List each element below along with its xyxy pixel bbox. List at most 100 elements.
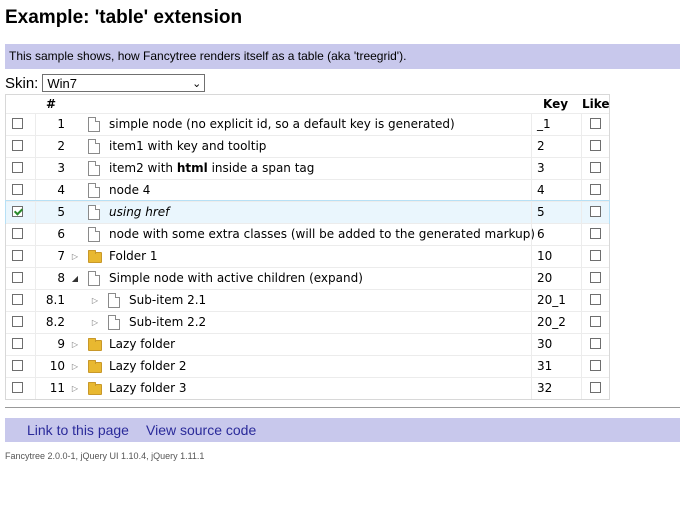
like-cell	[581, 114, 610, 135]
expander-collapsed-icon[interactable]: ▷	[70, 356, 80, 377]
like-cell	[581, 268, 610, 289]
row-checkbox[interactable]	[12, 338, 23, 349]
row-checkbox[interactable]	[12, 294, 23, 305]
header-num: #	[46, 97, 57, 111]
like-checkbox[interactable]	[590, 206, 601, 217]
row-key: 4	[531, 180, 545, 201]
links-bar: Link to this page View source code	[5, 418, 680, 442]
node-title[interactable]: item2 with html inside a span tag	[109, 158, 314, 179]
version-footer: Fancytree 2.0.0-1, jQuery UI 1.10.4, jQu…	[5, 451, 205, 461]
like-checkbox[interactable]	[590, 360, 601, 371]
chevron-down-icon: ⌄	[192, 77, 202, 90]
node-title[interactable]: node with some extra classes (will be ad…	[109, 224, 535, 245]
table-row[interactable]: 8.1 ▷ Sub-item 2.1 20_1	[6, 289, 609, 311]
row-key: 5	[531, 202, 545, 223]
node-title[interactable]: Lazy folder 2	[109, 356, 187, 377]
like-checkbox[interactable]	[590, 382, 601, 393]
node-title-bold: html	[176, 161, 208, 175]
row-checkbox[interactable]	[12, 316, 23, 327]
table-row[interactable]: 9 ▷ Lazy folder 30	[6, 333, 609, 355]
document-icon	[88, 117, 100, 132]
table-row[interactable]: 2 item1 with key and tooltip 2	[6, 135, 609, 157]
row-key: 3	[531, 158, 545, 179]
expander-collapsed-icon[interactable]: ▷	[70, 246, 80, 267]
row-checkbox[interactable]	[12, 162, 23, 173]
view-source-link[interactable]: View source code	[146, 418, 256, 442]
table-row[interactable]: 5 using href 5	[5, 200, 610, 224]
table-row[interactable]: 4 node 4 4	[6, 179, 609, 201]
row-checkbox[interactable]	[12, 382, 23, 393]
like-cell	[581, 136, 610, 157]
row-key: 6	[531, 224, 545, 245]
row-checkbox[interactable]	[12, 118, 23, 129]
node-title[interactable]: Sub-item 2.1	[129, 290, 206, 311]
row-number: 8.1	[45, 293, 65, 307]
like-checkbox[interactable]	[590, 140, 601, 151]
row-checkbox[interactable]	[12, 140, 23, 151]
table-row[interactable]: 8 ◢ Simple node with active children (expa…	[6, 267, 609, 289]
table-row[interactable]: 10 ▷ Lazy folder 2 31	[6, 355, 609, 377]
like-checkbox[interactable]	[590, 162, 601, 173]
like-cell	[581, 180, 610, 201]
table-row[interactable]: 8.2 ▷ Sub-item 2.2 20_2	[6, 311, 609, 333]
node-title[interactable]: Lazy folder 3	[109, 378, 187, 399]
like-cell	[581, 158, 610, 179]
like-cell	[581, 290, 610, 311]
table-header: # Key Like	[6, 95, 610, 113]
table-row[interactable]: 1 simple node (no explicit id, so a defau…	[6, 113, 609, 135]
document-icon	[108, 315, 120, 330]
expander-collapsed-icon[interactable]: ▷	[70, 334, 80, 355]
node-title[interactable]: Simple node with active children (expand…	[109, 268, 363, 289]
table-row[interactable]: 7 ▷ Folder 1 10	[6, 245, 609, 267]
like-checkbox[interactable]	[590, 250, 601, 261]
document-icon	[88, 139, 100, 154]
table-row[interactable]: 6 node with some extra classes (will be a…	[6, 223, 609, 245]
document-icon	[108, 293, 120, 308]
description-bar: This sample shows, how Fancytree renders…	[5, 44, 680, 69]
row-number: 8	[57, 271, 65, 285]
document-icon	[88, 161, 100, 176]
like-checkbox[interactable]	[590, 316, 601, 327]
node-title[interactable]: using href	[109, 202, 169, 223]
tree-table: # Key Like 1 simple node (no explicit id,…	[5, 94, 610, 400]
row-checkbox[interactable]	[12, 250, 23, 261]
like-cell	[581, 334, 610, 355]
row-number: 1	[57, 117, 65, 131]
row-key: 20_1	[531, 290, 566, 311]
link-to-page[interactable]: Link to this page	[27, 418, 129, 442]
skin-select[interactable]: Win7 ⌄	[42, 74, 206, 92]
row-key: 2	[531, 136, 545, 157]
row-checkbox[interactable]	[12, 184, 23, 195]
row-number: 5	[57, 205, 65, 219]
row-checkbox[interactable]	[12, 272, 23, 283]
table-row[interactable]: 11 ▷ Lazy folder 3 32	[6, 377, 609, 399]
like-checkbox[interactable]	[590, 184, 601, 195]
row-key: 30	[531, 334, 552, 355]
row-number: 6	[57, 227, 65, 241]
skin-row: Skin: Win7 ⌄	[5, 73, 206, 93]
expander-collapsed-icon[interactable]: ▷	[70, 378, 80, 399]
expander-collapsed-icon[interactable]: ▷	[90, 312, 100, 333]
like-checkbox[interactable]	[590, 272, 601, 283]
node-title[interactable]: Lazy folder	[109, 334, 175, 355]
node-title[interactable]: Folder 1	[109, 246, 158, 267]
row-number: 3	[57, 161, 65, 175]
node-title[interactable]: item1 with key and tooltip	[109, 136, 266, 157]
like-cell	[581, 378, 610, 399]
like-checkbox[interactable]	[590, 228, 601, 239]
header-like: Like	[582, 97, 610, 111]
document-icon	[88, 183, 100, 198]
table-row[interactable]: 3 item2 with html inside a span tag 3	[6, 157, 609, 179]
like-checkbox[interactable]	[590, 338, 601, 349]
expander-collapsed-icon[interactable]: ▷	[90, 290, 100, 311]
like-checkbox[interactable]	[590, 118, 601, 129]
node-title[interactable]: simple node (no explicit id, so a defaul…	[109, 114, 455, 135]
node-title[interactable]: Sub-item 2.2	[129, 312, 206, 333]
expander-expanded-icon[interactable]: ◢	[70, 268, 80, 289]
row-checkbox[interactable]	[12, 206, 23, 217]
folder-icon	[88, 382, 102, 395]
row-checkbox[interactable]	[12, 360, 23, 371]
row-checkbox[interactable]	[12, 228, 23, 239]
like-checkbox[interactable]	[590, 294, 601, 305]
node-title[interactable]: node 4	[109, 180, 150, 201]
